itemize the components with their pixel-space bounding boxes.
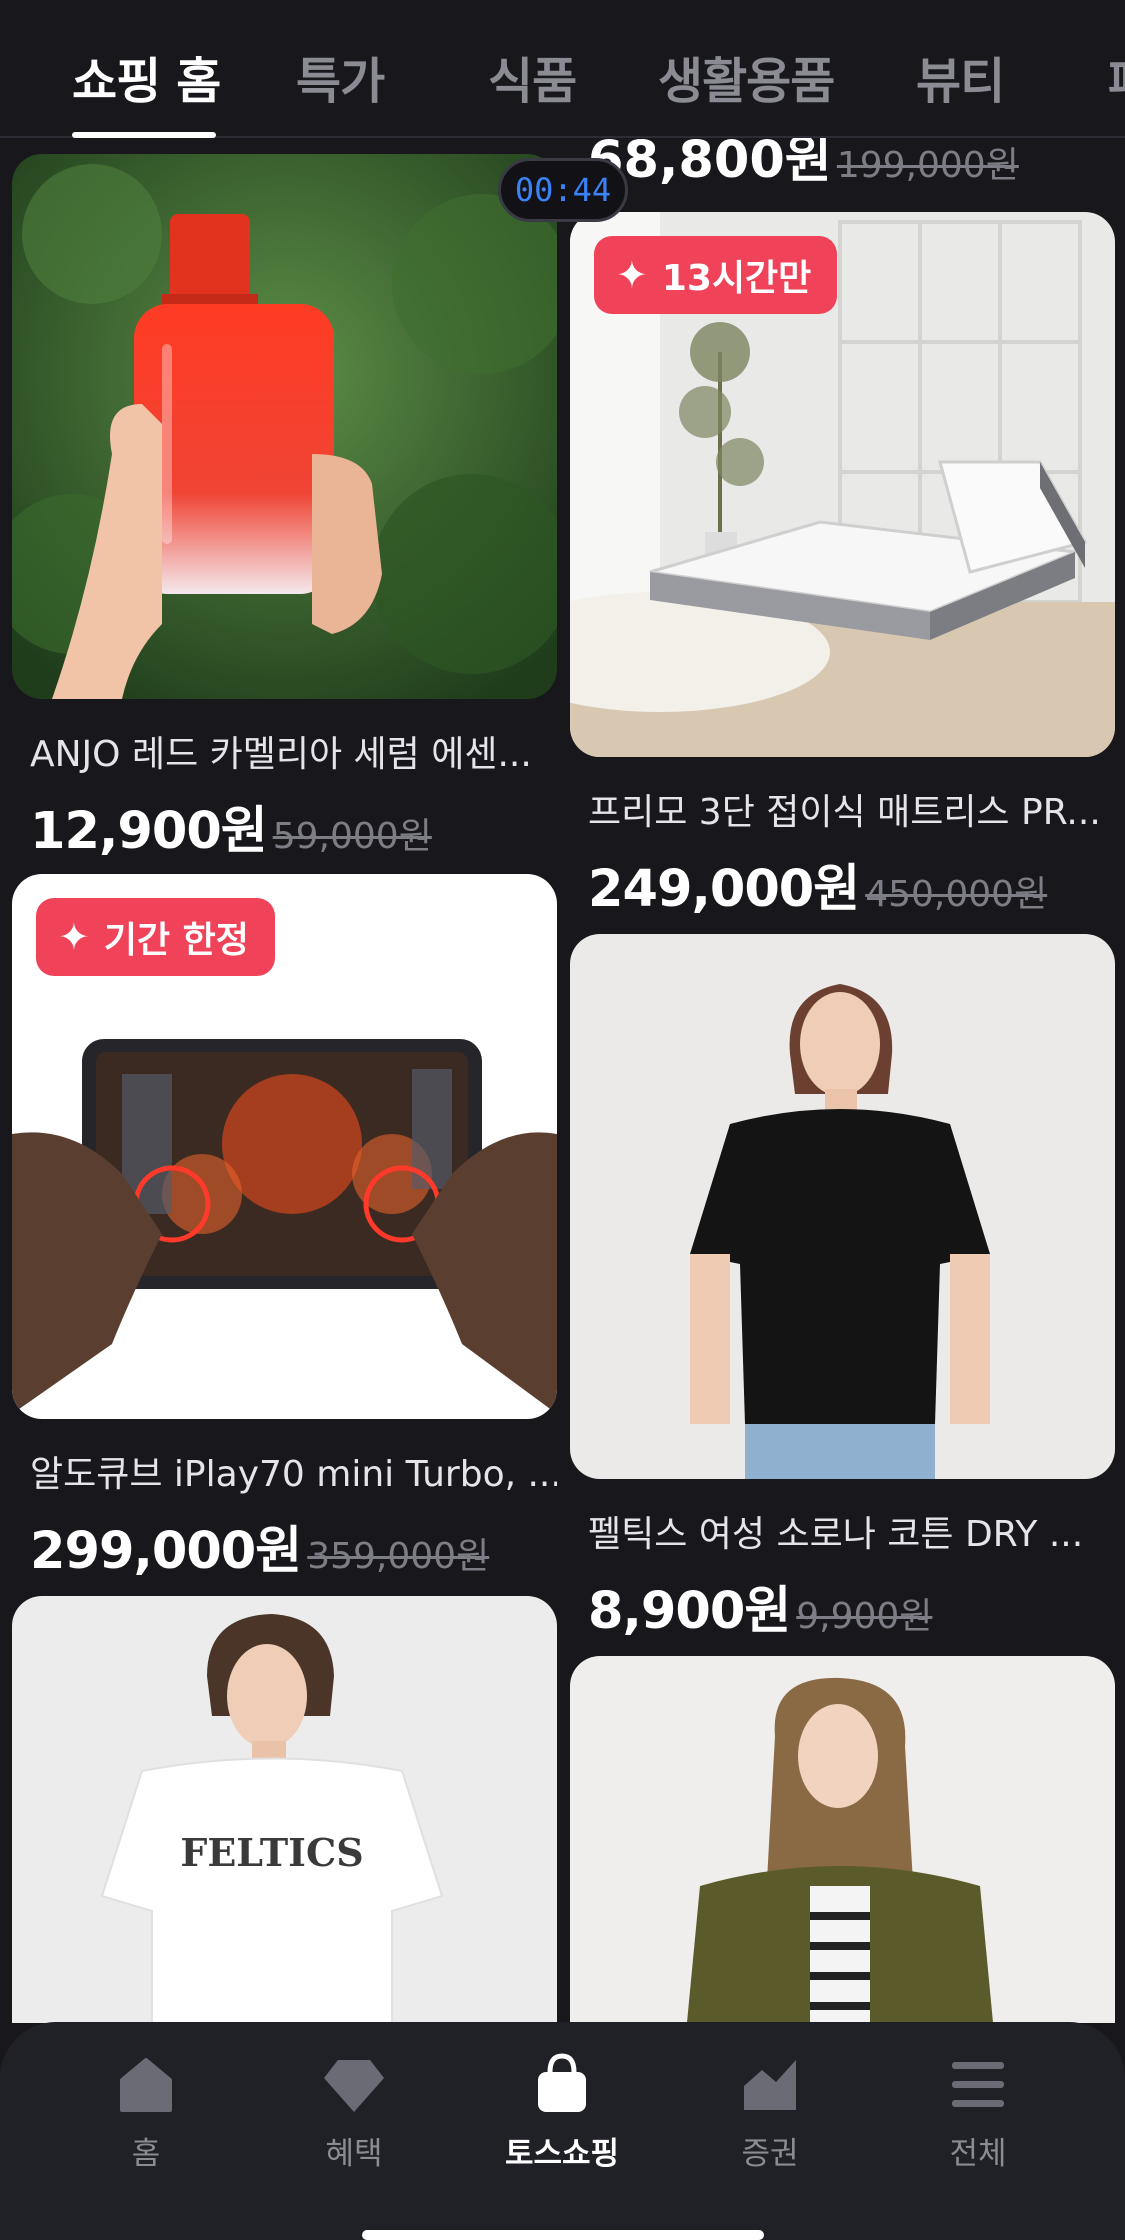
product-price: 8,900원 [588, 1582, 791, 1641]
product-image-serum[interactable] [12, 154, 557, 699]
product-image-white-tshirt[interactable]: FELTICS [12, 1596, 557, 2023]
product-card[interactable]: ✦ 13시간만 프리모 3단 접이식 매트리스 PR... 249,000원 450… [570, 212, 1115, 921]
product-price: 249,000원 [588, 860, 860, 919]
nav-all[interactable]: 전체 [898, 2052, 1058, 2173]
diamond-icon [324, 2060, 384, 2112]
product-original-price: 59,000원 [272, 816, 432, 857]
product-title[interactable]: 펠틱스 여성 소로나 코튼 DRY ... [570, 1505, 1115, 1557]
product-feed[interactable]: 68,800원 199,000원 ANJO 레드 카멜리아 세럼 에센... 1… [0, 138, 1125, 2023]
product-title[interactable]: 프리모 3단 접이식 매트리스 PR... [570, 783, 1115, 835]
nav-benefits[interactable]: 혜택 [274, 2052, 434, 2173]
promo-badge: ✦ 기간 한정 [36, 898, 275, 976]
product-card[interactable]: 펠틱스 여성 소로나 코튼 DRY ... 8,900원 9,900원 [570, 934, 1115, 1643]
product-card[interactable]: FELTICS [12, 1596, 557, 2023]
tab-fashion[interactable]: 패 [1108, 42, 1125, 113]
peek-item-original-price: 199,000원 [836, 145, 1019, 186]
active-tab-indicator [72, 132, 216, 138]
shopping-bag-icon [538, 2053, 586, 2112]
tab-shopping-home[interactable]: 쇼핑 홈 [72, 42, 221, 113]
product-prices: 8,900원 9,900원 [570, 1569, 1115, 1643]
product-prices: 12,900원 59,000원 [12, 789, 557, 863]
product-prices: 249,000원 450,000원 [570, 847, 1115, 921]
home-icon [120, 2058, 172, 2112]
product-title[interactable]: 알도큐브 iPlay70 mini Turbo, ... [12, 1445, 557, 1497]
category-tab-bar: 쇼핑 홈 특가 식품 생활용품 뷰티 패 [0, 0, 1125, 138]
tab-household[interactable]: 생활용품 [658, 42, 835, 113]
tab-deals[interactable]: 특가 [296, 42, 385, 113]
home-indicator [362, 2230, 764, 2240]
product-prices: 299,000원 359,000원 [12, 1509, 557, 1583]
promo-badge: ✦ 13시간만 [594, 236, 838, 314]
product-card[interactable] [570, 1656, 1115, 2023]
product-original-price: 359,000원 [307, 1536, 490, 1577]
product-title[interactable]: ANJO 레드 카멜리아 세럼 에센... [12, 725, 557, 777]
product-card[interactable]: ✦ 기간 한정 알도큐브 iPlay70 mini Turbo, ... 299,… [12, 874, 557, 1583]
sparkle-icon: ✦ [616, 253, 648, 297]
product-image-mattress[interactable]: ✦ 13시간만 [570, 212, 1115, 757]
product-price: 12,900원 [30, 802, 268, 861]
product-price: 299,000원 [30, 1522, 302, 1581]
countdown-timer: 00:44 [498, 158, 628, 222]
sparkle-icon: ✦ [58, 915, 90, 959]
product-image-tablet[interactable]: ✦ 기간 한정 [12, 874, 557, 1419]
menu-icon [952, 2062, 1004, 2107]
peek-item-prices: 68,800원 199,000원 [588, 138, 1019, 192]
tab-beauty[interactable]: 뷰티 [916, 42, 1005, 113]
product-card[interactable]: ANJO 레드 카멜리아 세럼 에센... 12,900원 59,000원 [12, 154, 557, 863]
bottom-navigation: 홈 혜택 토스쇼핑 증권 전체 [0, 2022, 1125, 2240]
nav-toss-shopping[interactable]: 토스쇼핑 [482, 2052, 642, 2173]
nav-home[interactable]: 홈 [66, 2052, 226, 2173]
product-image-khaki-jacket[interactable] [570, 1656, 1115, 2023]
tab-food[interactable]: 식품 [488, 42, 577, 113]
product-image-black-tshirt[interactable] [570, 934, 1115, 1479]
product-original-price: 450,000원 [865, 874, 1048, 915]
chart-icon [744, 2060, 796, 2110]
product-original-price: 9,900원 [796, 1596, 933, 1637]
nav-stocks[interactable]: 증권 [690, 2052, 850, 2173]
tshirt-print-text: FELTICS [180, 1830, 363, 1875]
